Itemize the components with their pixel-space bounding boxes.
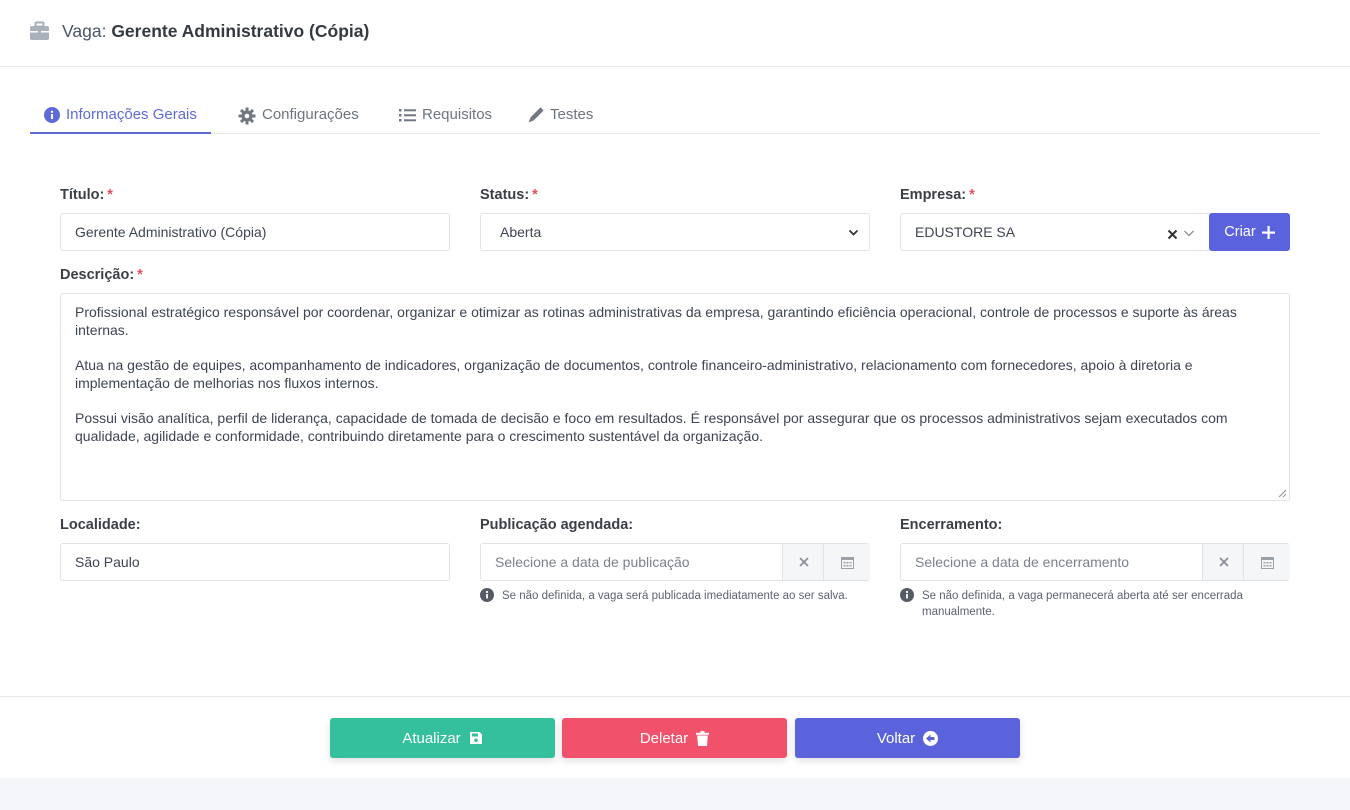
status-value: Aberta xyxy=(500,224,542,240)
encerramento-label: Encerramento: xyxy=(900,517,1002,533)
publicacao-label-text: Publicação agendada: xyxy=(480,517,634,533)
briefcase-icon xyxy=(30,21,49,40)
plus-icon xyxy=(1261,225,1275,239)
gear-icon xyxy=(238,107,256,125)
resize-grip-icon[interactable] xyxy=(1278,489,1287,498)
clear-icon[interactable] xyxy=(1167,229,1178,240)
empresa-label: Empresa: * xyxy=(900,187,975,203)
descricao-label-text: Descrição: xyxy=(60,267,135,283)
descricao-paragraph: Profissional estratégico responsável por… xyxy=(75,304,1237,338)
descricao-paragraph: Atua na gestão de equipes, acompanhament… xyxy=(75,357,1193,391)
descricao-label: Descrição: * xyxy=(60,267,143,283)
back-button[interactable]: Voltar xyxy=(795,718,1020,758)
empresa-label-text: Empresa: xyxy=(900,187,967,203)
tab-tests-label: Testes xyxy=(550,106,594,123)
tab-tests[interactable]: Testes xyxy=(526,98,593,134)
calendar-icon xyxy=(1260,556,1274,569)
titulo-label: Título: * xyxy=(60,187,113,203)
encerramento-hint: Se não definida, a vaga permanecerá aber… xyxy=(922,590,1243,618)
publicacao-label: Publicação agendada: xyxy=(480,517,633,533)
publicacao-hint: Se não definida, a vaga será publicada i… xyxy=(502,590,848,602)
job-edit-card: Vaga: Gerente Administrativo (Cópia) Inf… xyxy=(0,0,1350,778)
page-title-job: Gerente Administrativo (Cópia) xyxy=(111,21,370,41)
titulo-label-text: Título: xyxy=(60,187,105,203)
encerramento-calendar-button[interactable] xyxy=(1243,544,1290,580)
encerramento-placeholder: Selecione a data de encerramento xyxy=(915,554,1130,570)
delete-button[interactable]: Deletar xyxy=(562,718,787,758)
page-header: Vaga: Gerente Administrativo (Cópia) xyxy=(0,0,1350,67)
required-mark: * xyxy=(137,267,143,283)
localidade-label: Localidade: xyxy=(60,517,141,533)
page-title-prefix: Vaga: xyxy=(62,21,107,41)
localidade-input[interactable]: São Paulo xyxy=(60,543,450,581)
tab-requirements[interactable]: Requisitos xyxy=(399,98,492,134)
save-icon xyxy=(469,732,482,744)
empresa-select[interactable]: EDUSTORE SA xyxy=(900,213,1211,251)
status-label: Status: * xyxy=(480,187,538,203)
encerramento-clear-button[interactable] xyxy=(1202,544,1244,580)
descricao-textarea[interactable]: Profissional estratégico responsável por… xyxy=(60,293,1290,501)
titulo-value: Gerente Administrativo (Cópia) xyxy=(75,224,267,240)
required-mark: * xyxy=(532,187,538,203)
publicacao-placeholder: Selecione a data de publicação xyxy=(495,554,690,570)
localidade-value: São Paulo xyxy=(75,554,140,570)
chevron-down-icon[interactable] xyxy=(1183,227,1195,239)
publicacao-calendar-button[interactable] xyxy=(823,544,870,580)
titulo-input[interactable]: Gerente Administrativo (Cópia) xyxy=(60,213,450,251)
arrow-left-circle-icon xyxy=(923,730,939,746)
clear-icon xyxy=(1218,557,1229,567)
tab-settings-label: Configurações xyxy=(262,106,359,123)
required-mark: * xyxy=(969,187,975,203)
chevron-down-icon xyxy=(848,229,859,236)
list-icon xyxy=(399,109,416,122)
update-button-label: Atualizar xyxy=(402,729,461,747)
trash-icon xyxy=(696,730,710,746)
localidade-label-text: Localidade: xyxy=(60,517,141,533)
required-mark: * xyxy=(107,187,113,203)
page-title: Vaga: Gerente Administrativo (Cópia) xyxy=(62,21,369,42)
tab-requirements-label: Requisitos xyxy=(422,106,493,123)
status-select[interactable]: Aberta xyxy=(480,213,870,251)
info-icon xyxy=(44,107,60,123)
descricao-paragraph: Possui visão analítica, perfil de lidera… xyxy=(75,410,1228,444)
calendar-icon xyxy=(840,556,854,569)
info-icon xyxy=(900,588,914,602)
pencil-icon xyxy=(528,107,544,123)
encerramento-label-text: Encerramento: xyxy=(900,517,1003,533)
empresa-value: EDUSTORE SA xyxy=(915,224,1016,240)
tab-bar: Informações Gerais Configurações Requisi… xyxy=(30,98,1320,134)
status-label-text: Status: xyxy=(480,187,530,203)
info-icon xyxy=(480,588,494,602)
publicacao-clear-button[interactable] xyxy=(782,544,824,580)
clear-icon xyxy=(798,557,809,567)
back-button-label: Voltar xyxy=(876,729,916,747)
encerramento-date-input[interactable]: Selecione a data de encerramento xyxy=(900,543,1290,581)
publicacao-date-input[interactable]: Selecione a data de publicação xyxy=(480,543,870,581)
tab-general-info-label: Informações Gerais xyxy=(66,106,197,123)
create-company-label: Criar xyxy=(1224,224,1256,240)
delete-button-label: Deletar xyxy=(639,729,689,747)
tab-general-info[interactable]: Informações Gerais xyxy=(30,98,211,134)
create-company-button[interactable]: Criar xyxy=(1209,213,1290,251)
tab-settings[interactable]: Configurações xyxy=(238,98,359,134)
update-button[interactable]: Atualizar xyxy=(330,718,555,758)
